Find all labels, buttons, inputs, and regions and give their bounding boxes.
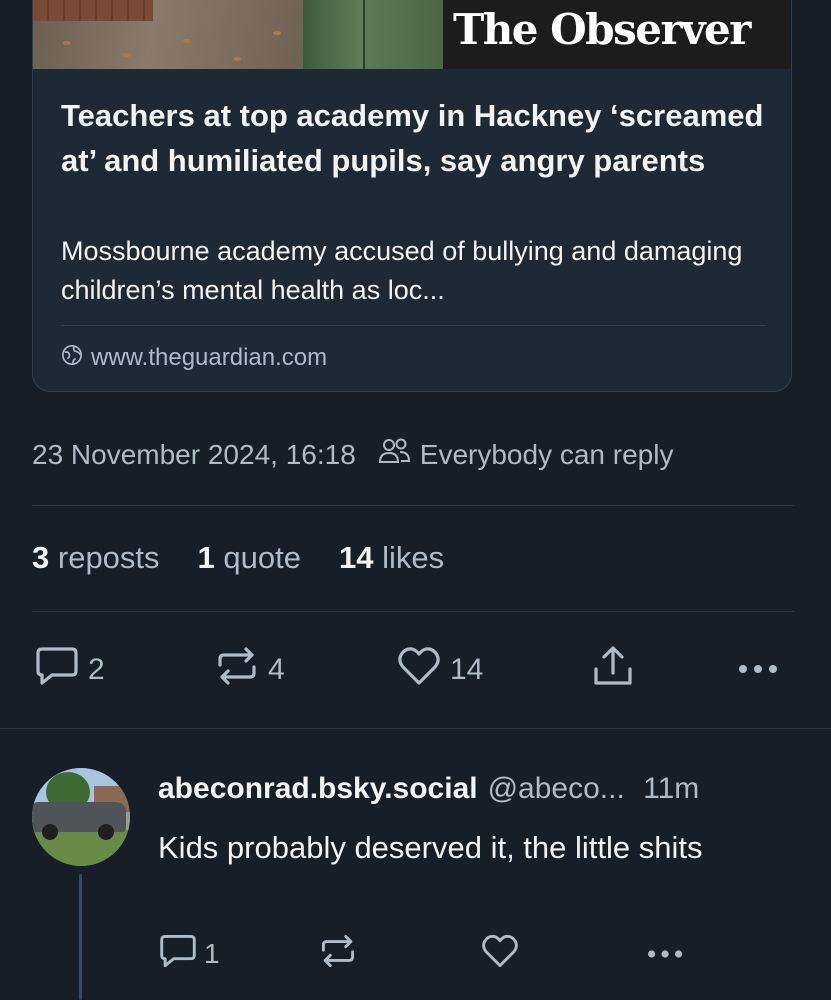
reply-time[interactable]: 11m (643, 772, 699, 805)
more-icon (644, 938, 688, 970)
link-card-domain-text: www.theguardian.com (91, 344, 328, 371)
reply-icon (34, 645, 80, 695)
more-icon (736, 653, 782, 687)
reply-repost-button[interactable] (318, 932, 358, 976)
reply-reply-count: 1 (204, 938, 220, 969)
divider (32, 611, 794, 612)
quotes-count: 1 (197, 540, 215, 575)
thumbnail-brick-wall (33, 0, 153, 21)
quotes-label: quote (223, 540, 301, 575)
quotes-stat[interactable]: 1 quote (198, 540, 301, 576)
heart-icon (480, 933, 520, 976)
reposts-stat[interactable]: 3 reposts (32, 540, 160, 576)
likes-stat[interactable]: 14 likes (339, 540, 444, 576)
reply-like-button[interactable] (480, 932, 520, 976)
link-card-domain: www.theguardian.com (61, 343, 327, 373)
reply-setting[interactable]: Everybody can reply (378, 436, 674, 473)
post-meta: 23 November 2024, 16:18 Everybody can re… (32, 436, 673, 473)
thumbnail-leaf (233, 57, 241, 61)
thumbnail-leaf (123, 53, 131, 57)
link-card-divider (61, 325, 766, 326)
thumbnail-jacket (303, 0, 443, 69)
thread-separator (0, 728, 831, 729)
divider (32, 505, 794, 506)
reply-display-name[interactable]: abeconrad.bsky.social (158, 772, 478, 805)
likes-label: likes (382, 540, 445, 575)
reply-setting-label: Everybody can reply (419, 438, 674, 470)
reply-count: 2 (88, 653, 105, 686)
thumbnail-leaf (183, 39, 191, 43)
repost-count: 4 (268, 653, 285, 686)
thumbnail-leaf (63, 41, 71, 45)
thumbnail-leaf (273, 31, 281, 35)
repost-icon (214, 645, 260, 695)
link-card-thumbnail: The Observer (33, 0, 791, 69)
share-button[interactable] (590, 645, 636, 695)
reply-button[interactable]: 2 (34, 645, 105, 695)
thumbnail-jacket-seam (363, 0, 365, 69)
repost-button[interactable]: 4 (214, 645, 285, 695)
reply-author[interactable]: abeconrad.bsky.social @abeco... 11m (158, 772, 699, 806)
post-action-bar: 2 4 14 (0, 645, 831, 695)
heart-icon (396, 645, 442, 695)
share-icon (590, 643, 636, 697)
reply-action-bar: 1 (0, 932, 831, 976)
avatar[interactable] (32, 768, 130, 866)
globe-icon (61, 344, 83, 373)
post-stats: 3 reposts 1 quote 14 likes (32, 540, 444, 576)
like-count: 14 (450, 653, 484, 686)
reply-reply-button[interactable]: 1 (158, 932, 220, 976)
link-card-title: Teachers at top academy in Hackney ‘scre… (61, 98, 764, 178)
reply-text: Kids probably deserved it, the little sh… (158, 830, 703, 865)
link-card-description: Mossbourne academy accused of bullying a… (61, 236, 743, 305)
reply-handle[interactable]: @abeco... (488, 772, 625, 805)
likes-count: 14 (339, 540, 374, 575)
reply-icon (158, 933, 198, 976)
repost-icon (318, 933, 358, 976)
post-timestamp: 23 November 2024, 16:18 (32, 438, 356, 470)
like-button[interactable]: 14 (396, 645, 483, 695)
avatar-truck-wheel (42, 824, 58, 840)
observer-masthead: The Observer (453, 5, 751, 54)
reposts-label: reposts (57, 540, 160, 575)
reposts-count: 3 (32, 540, 50, 575)
reply-more-button[interactable] (644, 932, 688, 976)
people-icon (378, 436, 412, 473)
avatar-truck-wheel (98, 824, 114, 840)
more-options-button[interactable] (736, 645, 782, 695)
link-card[interactable]: The Observer Teachers at top academy in … (32, 0, 792, 392)
